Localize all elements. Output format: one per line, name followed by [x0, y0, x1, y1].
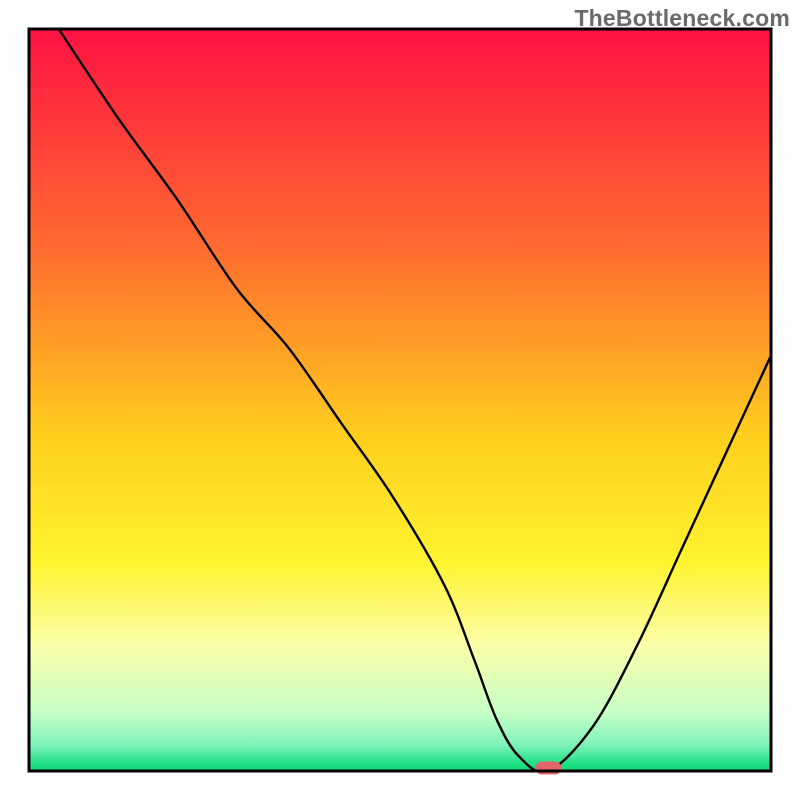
min-marker: [535, 762, 561, 775]
watermark-label: TheBottleneck.com: [574, 5, 790, 32]
bottleneck-chart: TheBottleneck.com: [0, 0, 800, 800]
plot-background: [29, 29, 771, 771]
chart-svg: [0, 0, 800, 800]
